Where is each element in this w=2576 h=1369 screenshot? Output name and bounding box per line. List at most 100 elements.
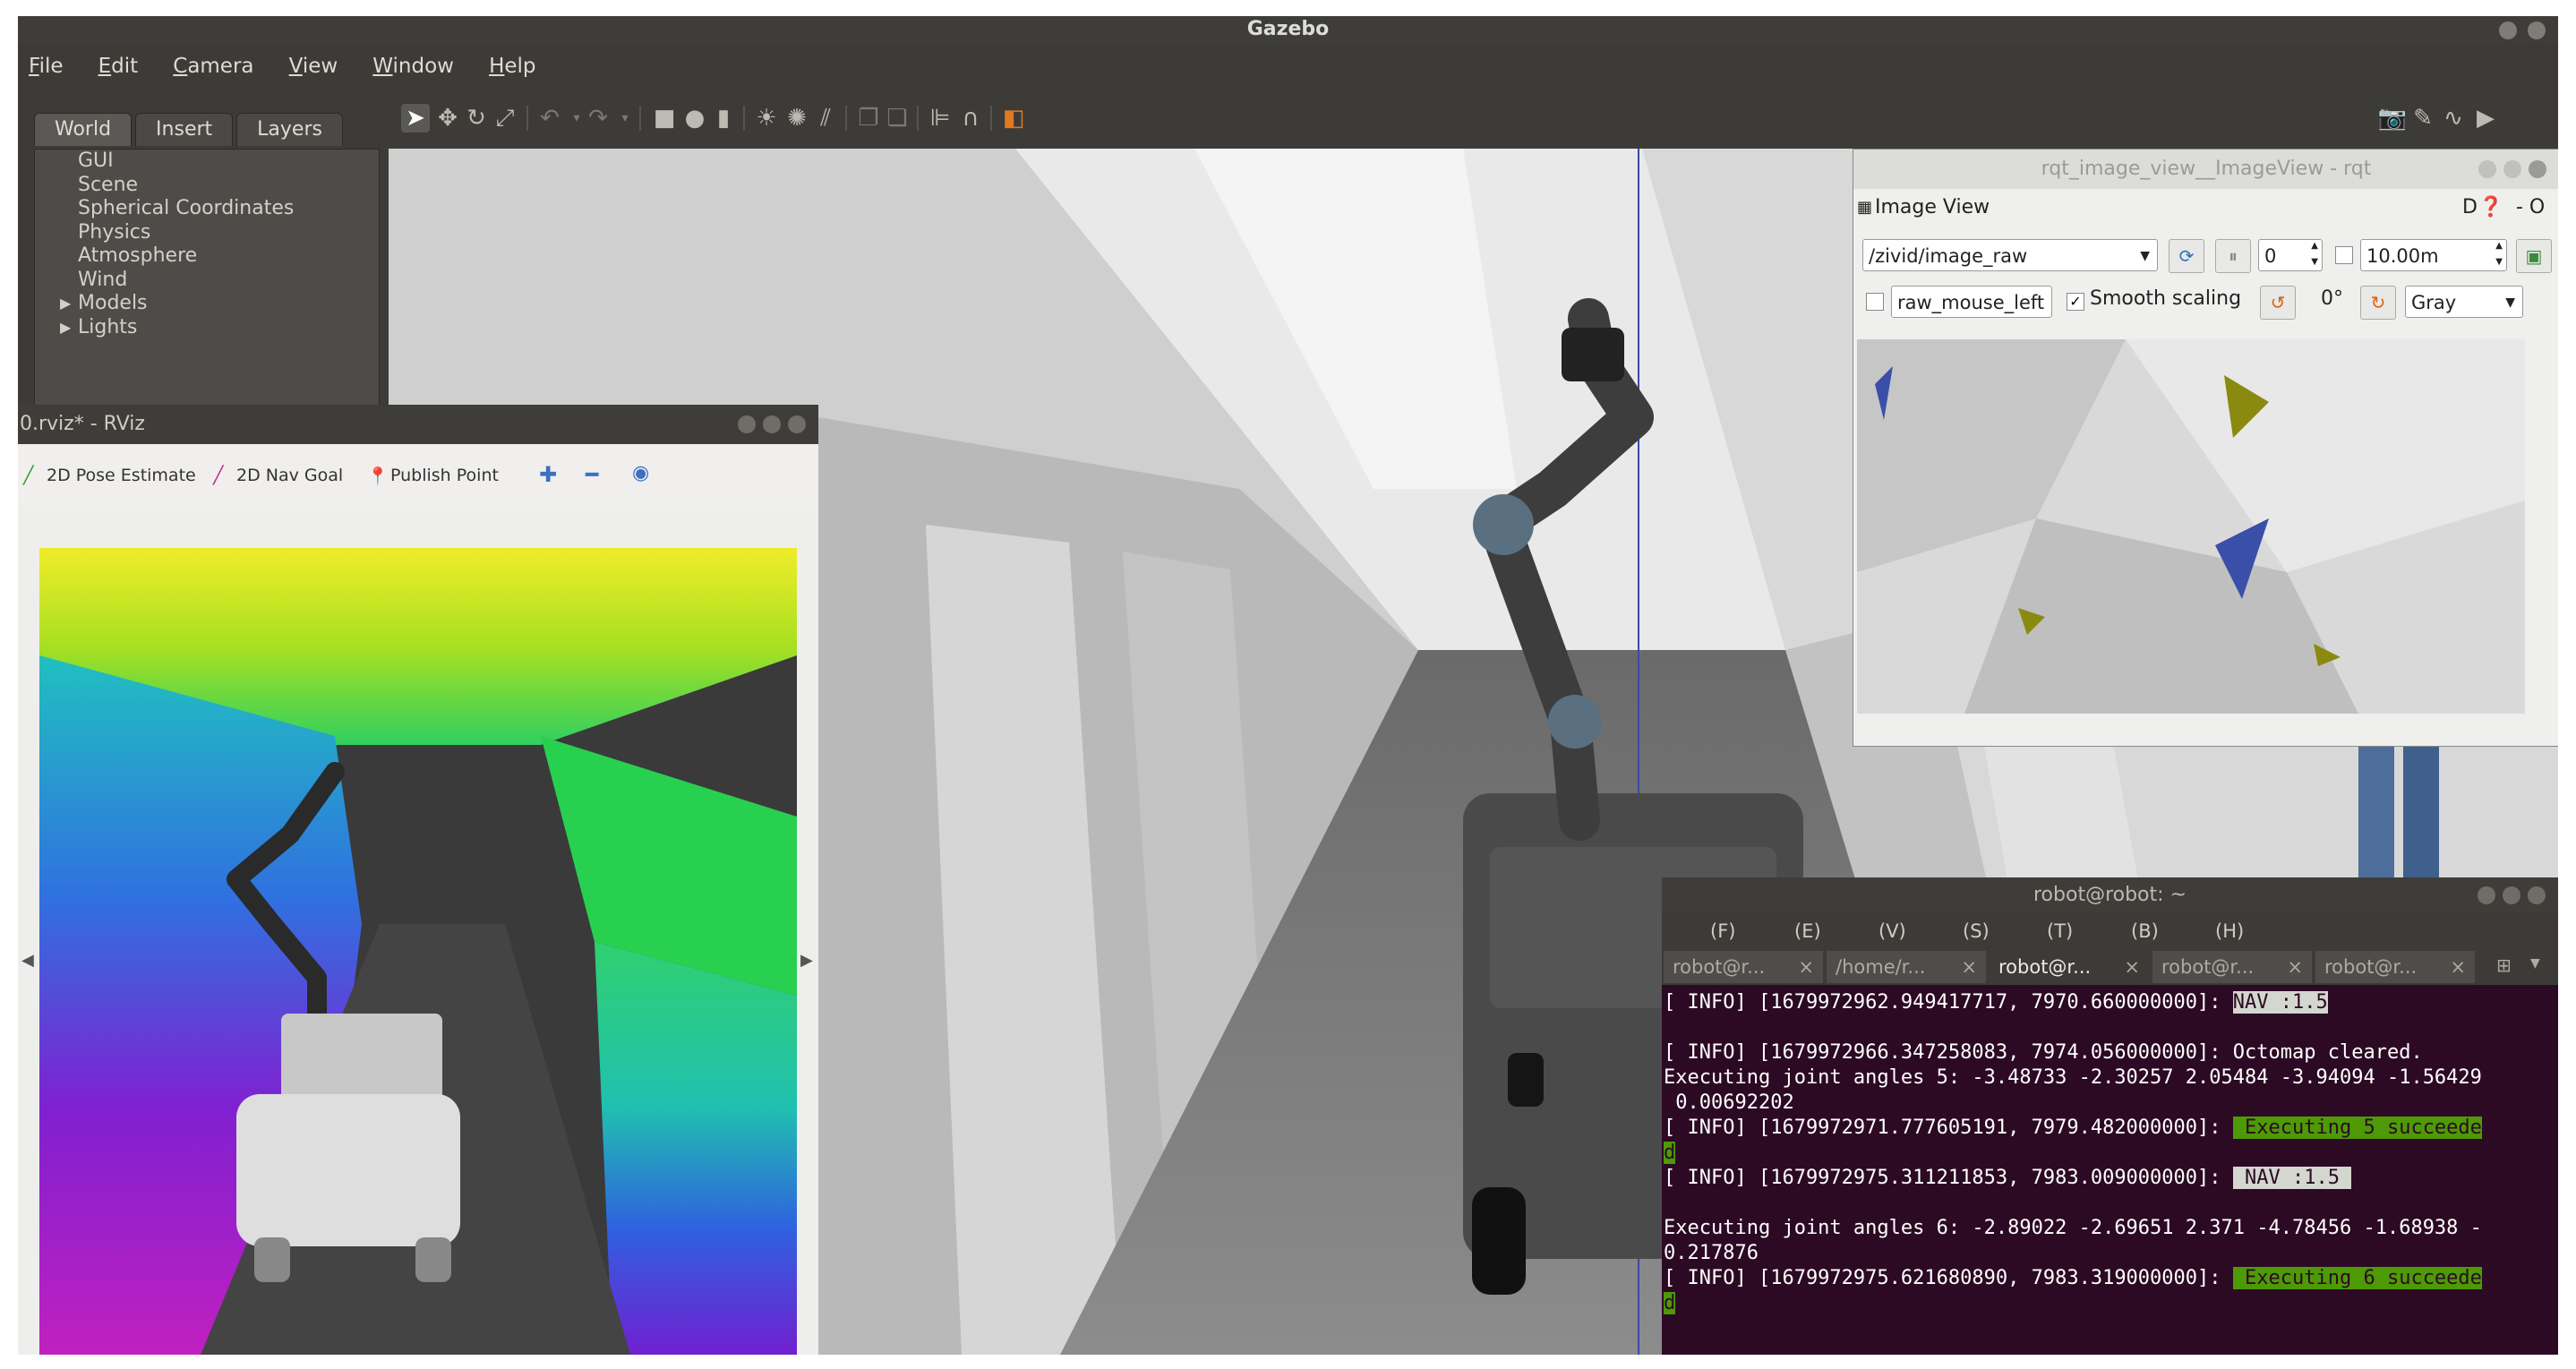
scale-icon[interactable]: ⤢ bbox=[491, 104, 519, 133]
pose-estimate-button[interactable]: 2D Pose Estimate bbox=[47, 466, 196, 485]
undo-icon[interactable]: ↶ bbox=[535, 104, 564, 133]
tree-item-atmosphere[interactable]: Atmosphere bbox=[35, 244, 379, 269]
menu-edit[interactable]: Edit bbox=[98, 48, 139, 84]
menu-help[interactable]: Help bbox=[489, 48, 535, 84]
spin-input[interactable]: 0 ▲ ▼ bbox=[2258, 239, 2323, 271]
tree-item-scene[interactable]: Scene bbox=[35, 174, 379, 198]
colormap-select[interactable]: Gray ▼ bbox=[2405, 286, 2523, 318]
terminal-tab[interactable]: robot@r... × bbox=[2315, 951, 2475, 983]
tree-item-models[interactable]: ▶ Models bbox=[35, 292, 379, 316]
rotate-left-icon[interactable]: ↺ bbox=[2260, 286, 2296, 320]
rviz-3d-view[interactable] bbox=[39, 548, 797, 1355]
rviz-close-button[interactable] bbox=[788, 415, 806, 433]
rqt-minimize-button[interactable] bbox=[2478, 160, 2496, 178]
close-panel-text[interactable]: - O bbox=[2516, 196, 2545, 218]
terminal-minimize-button[interactable] bbox=[2478, 886, 2495, 904]
spot-light-icon[interactable]: ✺ bbox=[783, 104, 811, 133]
point-light-icon[interactable]: ☀ bbox=[752, 104, 781, 133]
terminal-tab[interactable]: robot@r... × bbox=[1664, 951, 1823, 983]
zoom-out-icon[interactable]: ━ bbox=[586, 462, 598, 487]
close-icon[interactable]: × bbox=[2124, 951, 2140, 983]
close-icon[interactable]: × bbox=[1798, 951, 1814, 983]
spin-arrows-icon[interactable]: ▲ ▼ bbox=[2495, 238, 2503, 270]
menu-view[interactable]: View bbox=[289, 48, 338, 84]
video-icon[interactable]: ▶ bbox=[2471, 104, 2500, 133]
terminal-tab[interactable]: /home/r... × bbox=[1827, 951, 1986, 983]
tree-item-physics[interactable]: Physics bbox=[35, 221, 379, 245]
mouse-topic-input[interactable]: raw_mouse_left bbox=[1891, 286, 2052, 318]
tree-item-gui[interactable]: GUI bbox=[35, 150, 379, 174]
publish-point-button[interactable]: Publish Point bbox=[390, 466, 499, 485]
change-view-icon[interactable]: ◧ bbox=[999, 104, 1028, 133]
tab-menu-chevron-icon[interactable]: ▼ bbox=[2530, 956, 2540, 971]
redo-dropdown-icon[interactable]: ▾ bbox=[611, 104, 639, 133]
tab-insert[interactable]: Insert bbox=[135, 113, 234, 146]
snap-icon[interactable]: ∩ bbox=[956, 104, 985, 133]
terminal-close-button[interactable] bbox=[2528, 886, 2546, 904]
dock-letter[interactable]: D bbox=[2462, 196, 2478, 218]
terminal-menu-view[interactable]: (V) bbox=[1879, 920, 1906, 942]
refresh-icon[interactable]: ⟳ bbox=[2169, 239, 2204, 273]
terminal-menu-file[interactable]: (F) bbox=[1710, 920, 1735, 942]
sphere-shape-icon[interactable]: ● bbox=[680, 104, 709, 133]
spin-arrows-icon[interactable]: ▲ ▼ bbox=[2311, 238, 2318, 270]
terminal-menu-search[interactable]: (S) bbox=[1963, 920, 1990, 942]
directional-light-icon[interactable]: ⫽ bbox=[811, 104, 840, 133]
terminal-tab[interactable]: robot@r... × bbox=[2152, 951, 2312, 983]
terminal-maximize-button[interactable] bbox=[2503, 886, 2520, 904]
tree-item-lights[interactable]: ▶ Lights bbox=[35, 316, 379, 340]
terminal-menu-terminal[interactable]: (T) bbox=[2047, 920, 2073, 942]
close-icon[interactable]: × bbox=[2450, 951, 2466, 983]
rviz-minimize-button[interactable] bbox=[738, 415, 756, 433]
select-arrow-icon[interactable]: ➤ bbox=[401, 104, 430, 133]
tree-item-spherical-coordinates[interactable]: Spherical Coordinates bbox=[35, 197, 379, 221]
terminal-menu-edit[interactable]: (E) bbox=[1794, 920, 1821, 942]
camera-image[interactable] bbox=[1857, 339, 2525, 714]
camera-view-icon[interactable]: ◉ bbox=[632, 462, 649, 484]
rqt-maximize-button[interactable] bbox=[2503, 160, 2521, 178]
mouse-publish-checkbox[interactable] bbox=[1866, 293, 1884, 311]
tree-item-wind[interactable]: Wind bbox=[35, 269, 379, 293]
max-range-checkbox[interactable] bbox=[2335, 246, 2353, 264]
align-icon[interactable]: ⊫ bbox=[926, 104, 954, 133]
cylinder-shape-icon[interactable]: ▮ bbox=[709, 104, 738, 133]
rqt-close-button[interactable] bbox=[2529, 160, 2546, 178]
plot-icon[interactable]: ∿ bbox=[2439, 104, 2468, 133]
smooth-scaling-checkbox[interactable]: ✓ bbox=[2067, 293, 2084, 311]
save-image-icon[interactable]: ▣ bbox=[2516, 239, 2552, 273]
collapse-right-icon[interactable]: ▶ bbox=[800, 951, 813, 970]
box-shape-icon[interactable]: ■ bbox=[650, 104, 679, 133]
redo-icon[interactable]: ↷ bbox=[584, 104, 612, 133]
pause-icon[interactable]: ⏸ bbox=[2215, 239, 2251, 273]
terminal-output[interactable]: [ INFO] [1679972962.949417717, 7970.6600… bbox=[1662, 990, 2558, 1355]
topic-select[interactable]: /zivid/image_raw ▼ bbox=[1862, 239, 2158, 271]
screenshot-icon[interactable]: 📷 bbox=[2378, 104, 2407, 133]
rviz-maximize-button[interactable] bbox=[763, 415, 781, 433]
nav-goal-button[interactable]: 2D Nav Goal bbox=[236, 466, 343, 485]
tab-layers[interactable]: Layers bbox=[236, 113, 343, 146]
close-icon[interactable]: × bbox=[2287, 951, 2303, 983]
max-range-input[interactable]: 10.00m ▲ ▼ bbox=[2360, 239, 2507, 271]
collapse-left-icon[interactable]: ◀ bbox=[21, 951, 34, 970]
help-icon[interactable]: ❓ bbox=[2478, 196, 2503, 218]
copy-icon[interactable]: ❐ bbox=[854, 104, 883, 133]
rotate-right-icon[interactable]: ↻ bbox=[2360, 286, 2396, 320]
log-icon[interactable]: ✎ bbox=[2409, 104, 2437, 133]
minimize-button[interactable] bbox=[2499, 21, 2517, 39]
menu-window[interactable]: Window bbox=[372, 48, 454, 84]
maximize-button[interactable] bbox=[2528, 21, 2546, 39]
close-icon[interactable]: × bbox=[1961, 951, 1977, 983]
paste-icon[interactable]: ❏ bbox=[883, 104, 911, 133]
expand-arrow-icon[interactable]: ▶ bbox=[60, 316, 71, 340]
tab-world[interactable]: World bbox=[34, 113, 133, 146]
terminal-menu-tabs[interactable]: (B) bbox=[2131, 920, 2159, 942]
menu-camera[interactable]: Camera bbox=[173, 48, 253, 84]
zoom-in-icon[interactable]: ✚ bbox=[539, 462, 557, 487]
rotate-icon[interactable]: ↻ bbox=[462, 104, 491, 133]
menu-file[interactable]: File bbox=[29, 48, 64, 84]
terminal-tab-active[interactable]: robot@r... × bbox=[1990, 951, 2149, 983]
expand-arrow-icon[interactable]: ▶ bbox=[60, 292, 71, 316]
translate-icon[interactable]: ✥ bbox=[433, 104, 462, 133]
new-tab-icon[interactable]: ⊞ bbox=[2496, 954, 2512, 976]
terminal-menu-help[interactable]: (H) bbox=[2215, 920, 2244, 942]
